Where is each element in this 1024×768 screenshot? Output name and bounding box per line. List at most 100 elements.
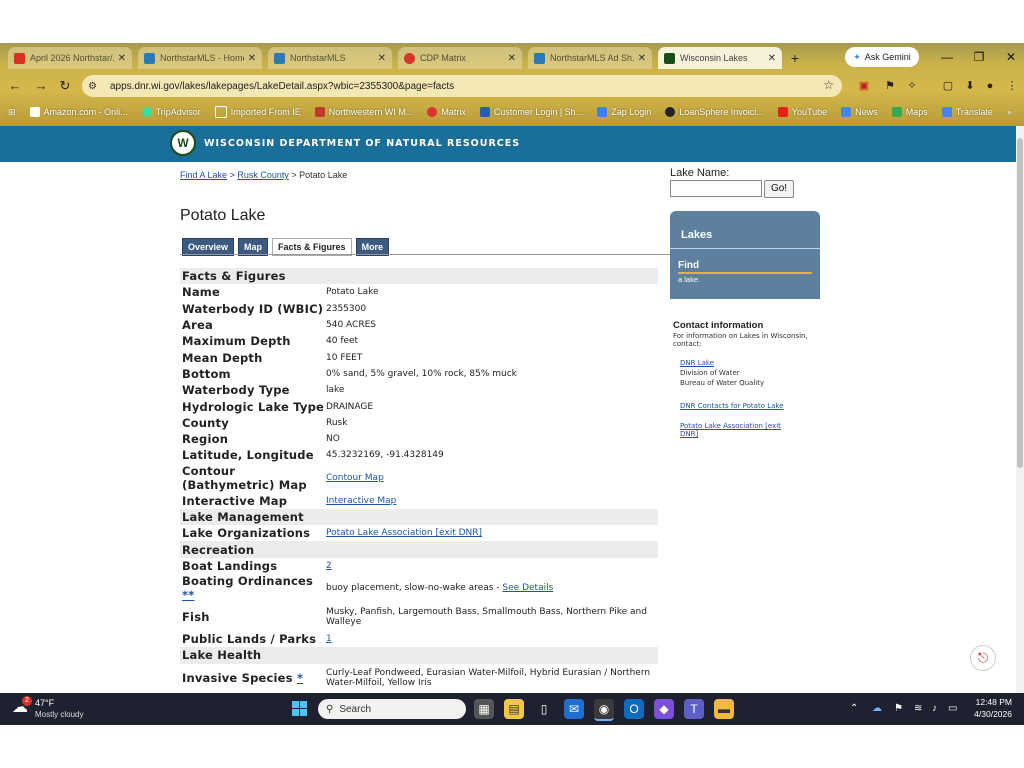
windows-taskbar: ☁ 2 47°F Mostly cloudy ⚲ Search ▦ ▤ ▯ ✉ … xyxy=(0,693,1024,725)
interactive-map-link[interactable]: Interactive Map xyxy=(326,496,396,506)
onedrive-icon[interactable]: ☁ xyxy=(872,703,882,714)
folder-icon[interactable]: ▬ xyxy=(714,699,734,719)
forward-icon[interactable]: → xyxy=(32,77,50,95)
file-icon[interactable]: ▯ xyxy=(534,699,554,719)
bookmark-item[interactable]: Northwestern WI M... xyxy=(314,107,413,117)
volume-icon[interactable]: ♪ xyxy=(932,703,937,714)
site-info-icon[interactable]: ⚙ xyxy=(88,81,104,92)
row-label: Latitude, Longitude xyxy=(182,448,314,463)
widgets-icon[interactable]: ▤ xyxy=(504,699,524,719)
address-bar[interactable]: ⚙ apps.dnr.wi.gov/lakes/lakepages/LakeDe… xyxy=(82,75,842,97)
bookmark-item[interactable]: Matrix xyxy=(427,107,466,117)
minimize-icon[interactable]: — xyxy=(930,43,964,71)
bookmark-item[interactable]: Zap Login xyxy=(597,107,651,117)
task-view-icon[interactable]: ▦ xyxy=(474,699,494,719)
table-row: Boating Ordinances ** buoy placement, slo… xyxy=(180,574,658,602)
lake-association-link[interactable]: Potato Lake Association [exit DNR] xyxy=(326,528,482,538)
close-window-icon[interactable]: ✕ xyxy=(994,43,1024,71)
row-value: NO xyxy=(326,434,340,445)
table-row: Waterbody Type lake xyxy=(180,382,658,398)
tab-bar: April 2026 Northstar/... ✕ NorthstarMLS … xyxy=(0,43,1024,71)
outlook-icon[interactable]: O xyxy=(624,699,644,719)
browser-tab-active[interactable]: Wisconsin Lakes ✕ xyxy=(658,47,782,69)
menu-icon[interactable]: ⋮ xyxy=(1004,78,1020,94)
browser-tab[interactable]: NorthstarMLS Ad Sh... ✕ xyxy=(528,47,652,69)
find-subtext: a lake. xyxy=(678,275,701,284)
close-tab-icon[interactable]: ✕ xyxy=(378,53,386,64)
ask-gemini-button[interactable]: ✦ Ask Gemini xyxy=(845,47,919,67)
page-title: Potato Lake xyxy=(180,207,266,224)
matrix-icon xyxy=(427,107,438,117)
tab-search-icon[interactable]: ▢ xyxy=(940,78,956,94)
profile-avatar-icon[interactable]: ● xyxy=(982,78,998,94)
browser-tab[interactable]: April 2026 Northstar/... ✕ xyxy=(8,47,132,69)
pdf-icon[interactable]: ⎋ xyxy=(970,645,996,671)
dnr-lake-link[interactable]: DNR Lake xyxy=(680,359,714,367)
gemini-label: Ask Gemini xyxy=(864,52,911,62)
copilot-icon[interactable]: ◆ xyxy=(654,699,674,719)
chevron-up-icon[interactable]: ⌃ xyxy=(850,703,858,714)
close-tab-icon[interactable]: ✕ xyxy=(118,53,126,64)
go-button[interactable]: Go! xyxy=(764,180,794,198)
find-link[interactable]: Find xyxy=(678,260,699,271)
battery-icon[interactable]: ▭ xyxy=(948,703,957,714)
bookmark-item[interactable]: LoanSphere Invoici... xyxy=(665,107,764,117)
bookmark-label: Customer Login | Sh... xyxy=(493,107,584,117)
close-tab-icon[interactable]: ✕ xyxy=(508,53,516,64)
browser-tab[interactable]: NorthstarMLS - Home ✕ xyxy=(138,47,262,69)
bookmark-item[interactable]: Imported From IE xyxy=(214,106,301,118)
browser-tab[interactable]: NorthstarMLS ✕ xyxy=(268,47,392,69)
close-tab-icon[interactable]: ✕ xyxy=(638,53,646,64)
apps-icon[interactable]: ⊞ xyxy=(8,107,16,118)
breadcrumb-find-a-lake[interactable]: Find A Lake xyxy=(180,170,227,180)
url-text[interactable]: apps.dnr.wi.gov/lakes/lakepages/LakeDeta… xyxy=(110,81,454,92)
ordinances-footnote-link[interactable]: ** xyxy=(182,588,194,602)
system-clock[interactable]: 12:48 PM 4/30/2026 xyxy=(970,697,1012,719)
pdf-extension-icon[interactable]: ▣ xyxy=(856,78,872,94)
network-icon[interactable]: ⚑ xyxy=(894,703,903,714)
invasive-footnote-link[interactable]: * xyxy=(297,671,303,685)
bookmark-item[interactable]: Translate xyxy=(941,107,993,117)
table-row: Region NO xyxy=(180,431,658,447)
section-header: Recreation xyxy=(180,541,658,558)
boat-landings-link[interactable]: 2 xyxy=(326,561,332,571)
bookmark-item[interactable]: YouTube xyxy=(777,107,827,117)
close-tab-icon[interactable]: ✕ xyxy=(768,53,776,64)
puzzle-extensions-icon[interactable]: ✧ xyxy=(904,78,920,94)
browser-tab[interactable]: CDP Matrix ✕ xyxy=(398,47,522,69)
breadcrumb-rusk-county[interactable]: Rusk County xyxy=(237,170,289,180)
bookmark-star-icon[interactable]: ☆ xyxy=(823,78,834,92)
more-bookmarks-icon[interactable]: » xyxy=(1007,107,1012,117)
reload-icon[interactable]: ↻ xyxy=(56,77,74,95)
close-tab-icon[interactable]: ✕ xyxy=(248,53,256,64)
scrollbar-thumb[interactable] xyxy=(1017,138,1023,468)
new-tab-button[interactable]: + xyxy=(786,49,804,67)
bookmark-item[interactable]: News xyxy=(841,107,878,117)
teams-icon[interactable]: T xyxy=(684,699,704,719)
see-details-link[interactable]: See Details xyxy=(502,583,553,593)
windows-start-icon[interactable] xyxy=(292,701,308,717)
table-row: Latitude, Longitude 45.3232169, -91.43281… xyxy=(180,447,658,463)
bookmark-item[interactable]: Customer Login | Sh... xyxy=(479,107,584,117)
bureau-text: Bureau of Water Quality xyxy=(680,379,765,387)
lake-association-sidebar-link[interactable]: Potato Lake Association [exit DNR] xyxy=(680,422,781,438)
chrome-icon[interactable]: ◉ xyxy=(594,699,614,721)
maximize-icon[interactable]: ❐ xyxy=(962,43,996,71)
extension-icon[interactable]: ⚑ xyxy=(882,78,898,94)
banner-title: WISCONSIN DEPARTMENT OF NATURAL RESOURCE… xyxy=(204,138,521,149)
public-lands-link[interactable]: 1 xyxy=(326,634,332,644)
wifi-icon[interactable]: ≋ xyxy=(914,703,922,714)
dnr-logo[interactable]: W xyxy=(170,130,196,156)
bookmark-item[interactable]: Maps xyxy=(891,107,928,117)
downloads-icon[interactable]: ⬇ xyxy=(962,78,978,94)
contour-map-link[interactable]: Contour Map xyxy=(326,473,384,483)
bookmark-item[interactable]: TripAdvisor xyxy=(141,107,201,117)
back-icon[interactable]: ← xyxy=(6,77,24,95)
clock-date: 4/30/2026 xyxy=(974,709,1012,719)
mail-icon[interactable]: ✉ xyxy=(564,699,584,719)
bookmark-item[interactable]: Amazon.com - Onli... xyxy=(29,107,128,117)
taskbar-search[interactable]: ⚲ Search xyxy=(318,699,466,719)
contact-text: For information on Lakes in Wisconsin, c… xyxy=(673,332,808,348)
dnr-contacts-link[interactable]: DNR Contacts for Potato Lake xyxy=(680,402,784,410)
lake-name-input[interactable] xyxy=(670,180,762,197)
